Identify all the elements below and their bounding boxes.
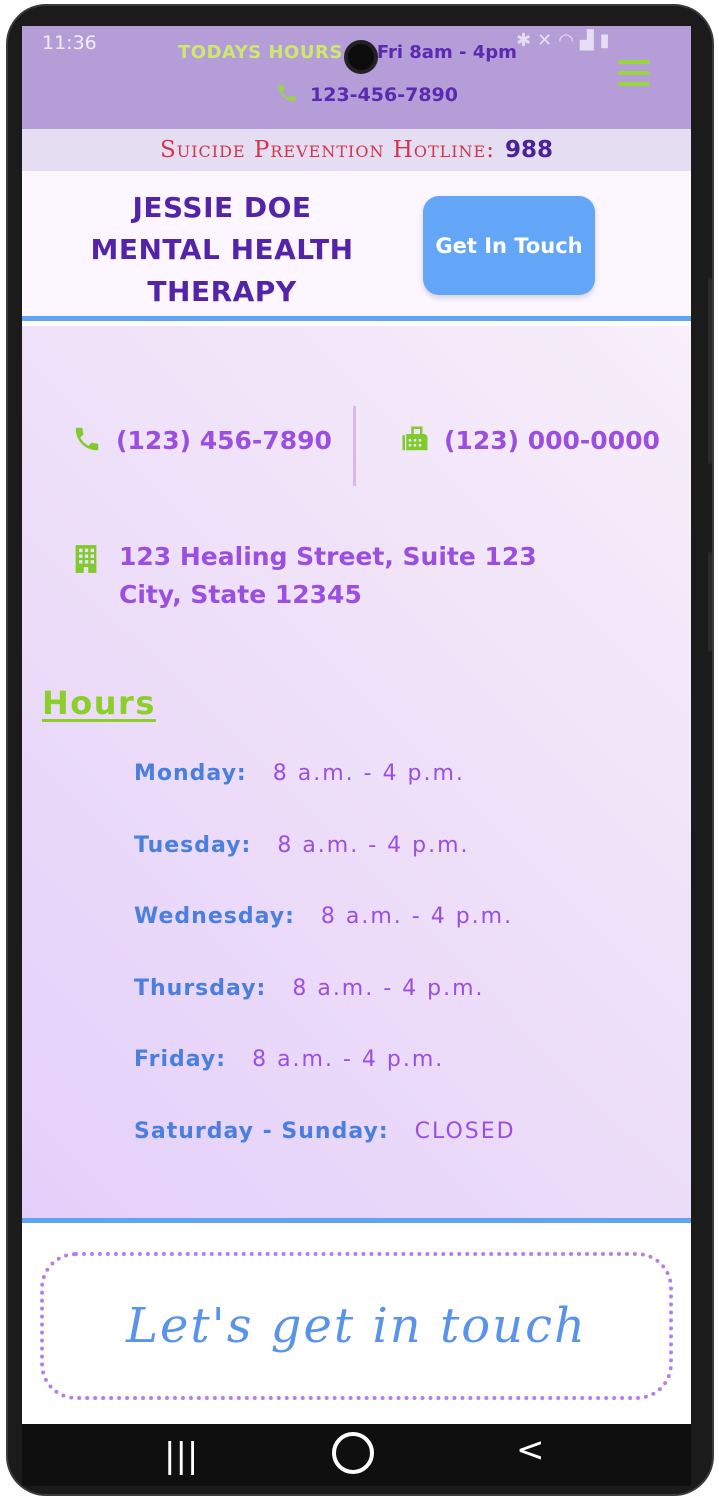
menu-icon[interactable] bbox=[618, 60, 650, 88]
volume-button bbox=[708, 278, 712, 464]
hours-day: Monday: bbox=[134, 761, 247, 786]
get-in-touch-button[interactable]: Get In Touch bbox=[423, 196, 595, 295]
contact-row: (123) 456-7890 (123) 000-0000 bbox=[22, 406, 691, 486]
camera-cutout bbox=[344, 40, 378, 74]
footer-cta-area: Let's get in touch bbox=[22, 1226, 691, 1424]
wifi-icon: ◠ bbox=[558, 30, 580, 51]
hours-time: 8 a.m. - 4 p.m. bbox=[252, 1047, 445, 1072]
hours-day: Tuesday: bbox=[134, 832, 252, 858]
top-bar: 11:36 TODAYS HOURS Fri 8am - 4pm ✱✕◠▟▮ 12… bbox=[22, 26, 691, 129]
hotline-banner: Suicide Prevention Hotline: 988 bbox=[22, 129, 691, 171]
fax-icon bbox=[402, 426, 428, 451]
hours-time: 8 a.m. - 4 p.m. bbox=[320, 904, 514, 929]
brand-line: MENTAL HEALTH bbox=[90, 233, 354, 266]
back-icon[interactable]: < bbox=[516, 1430, 545, 1470]
home-icon[interactable] bbox=[332, 1432, 374, 1474]
top-phone-link[interactable]: 123-456-7890 bbox=[276, 82, 458, 106]
hours-heading: Hours bbox=[42, 684, 156, 722]
lets-get-in-touch-text: Let's get in touch bbox=[126, 1298, 587, 1354]
power-button bbox=[708, 552, 712, 652]
mute-icon: ✕ bbox=[537, 30, 559, 51]
todays-hours-label: TODAYS HOURS bbox=[178, 42, 343, 63]
address-block[interactable]: 123 Healing Street, Suite 123 City, Stat… bbox=[74, 538, 537, 614]
hotline-label: Suicide Prevention Hotline: bbox=[159, 137, 495, 163]
hours-row: Monday: 8 a.m. - 4 p.m. bbox=[134, 761, 516, 833]
hours-row: Thursday: 8 a.m. - 4 p.m. bbox=[134, 976, 516, 1048]
screen: 11:36 TODAYS HOURS Fri 8am - 4pm ✱✕◠▟▮ 12… bbox=[22, 26, 691, 1424]
hours-time: 8 a.m. - 4 p.m. bbox=[292, 975, 485, 1001]
site-header: JESSIE DOE MENTAL HEALTH THERAPY Get In … bbox=[22, 171, 691, 321]
android-nav-bar: ||| < bbox=[22, 1424, 691, 1486]
contact-hours-section: (123) 456-7890 (123) 000-0000 123 Healin… bbox=[22, 326, 691, 1223]
status-time: 11:36 bbox=[42, 32, 97, 54]
hours-time: CLOSED bbox=[414, 1118, 516, 1144]
hours-time: 8 a.m. - 4 p.m. bbox=[272, 761, 465, 786]
brand-line: THERAPY bbox=[147, 275, 297, 308]
hours-list: Monday: 8 a.m. - 4 p.m. Tuesday: 8 a.m. - … bbox=[134, 761, 516, 1190]
hours-day: Saturday - Sunday: bbox=[134, 1118, 389, 1144]
phone-number: (123) 456-7890 bbox=[116, 426, 332, 455]
address-line-1: 123 Healing Street, Suite 123 bbox=[119, 542, 537, 571]
bluetooth-icon: ✱ bbox=[516, 30, 538, 51]
address-line-2: City, State 12345 bbox=[119, 580, 362, 609]
hours-row: Saturday - Sunday: CLOSED bbox=[134, 1119, 516, 1191]
hotline-number[interactable]: 988 bbox=[505, 137, 553, 163]
brand-line: JESSIE DOE bbox=[132, 191, 312, 224]
fax-number: (123) 000-0000 bbox=[444, 426, 660, 455]
hours-day: Thursday: bbox=[134, 975, 267, 1001]
hours-day: Wednesday: bbox=[134, 904, 295, 929]
battery-icon: ▮ bbox=[599, 30, 616, 51]
hours-time: 8 a.m. - 4 p.m. bbox=[277, 832, 470, 858]
brand-logo-text[interactable]: JESSIE DOE MENTAL HEALTH THERAPY bbox=[72, 187, 372, 313]
fax-link[interactable]: (123) 000-0000 bbox=[400, 424, 660, 455]
hours-row: Tuesday: 8 a.m. - 4 p.m. bbox=[134, 833, 516, 905]
hours-row: Wednesday: 8 a.m. - 4 p.m. bbox=[134, 904, 516, 976]
contact-divider bbox=[353, 406, 356, 486]
hours-row: Friday: 8 a.m. - 4 p.m. bbox=[134, 1047, 516, 1119]
recent-apps-icon[interactable]: ||| bbox=[164, 1436, 198, 1476]
signal-icon: ▟ bbox=[579, 30, 600, 51]
status-icons: ✱✕◠▟▮ bbox=[516, 30, 616, 51]
section-divider bbox=[22, 1218, 691, 1223]
hours-day: Friday: bbox=[134, 1047, 227, 1072]
phone-icon bbox=[278, 84, 296, 102]
top-phone-number: 123-456-7890 bbox=[310, 84, 458, 106]
building-icon bbox=[75, 545, 97, 573]
todays-hours-value: Fri 8am - 4pm bbox=[376, 42, 517, 63]
phone-icon bbox=[75, 427, 99, 451]
lets-get-in-touch-link[interactable]: Let's get in touch bbox=[40, 1252, 673, 1400]
phone-link[interactable]: (123) 456-7890 bbox=[72, 424, 332, 455]
